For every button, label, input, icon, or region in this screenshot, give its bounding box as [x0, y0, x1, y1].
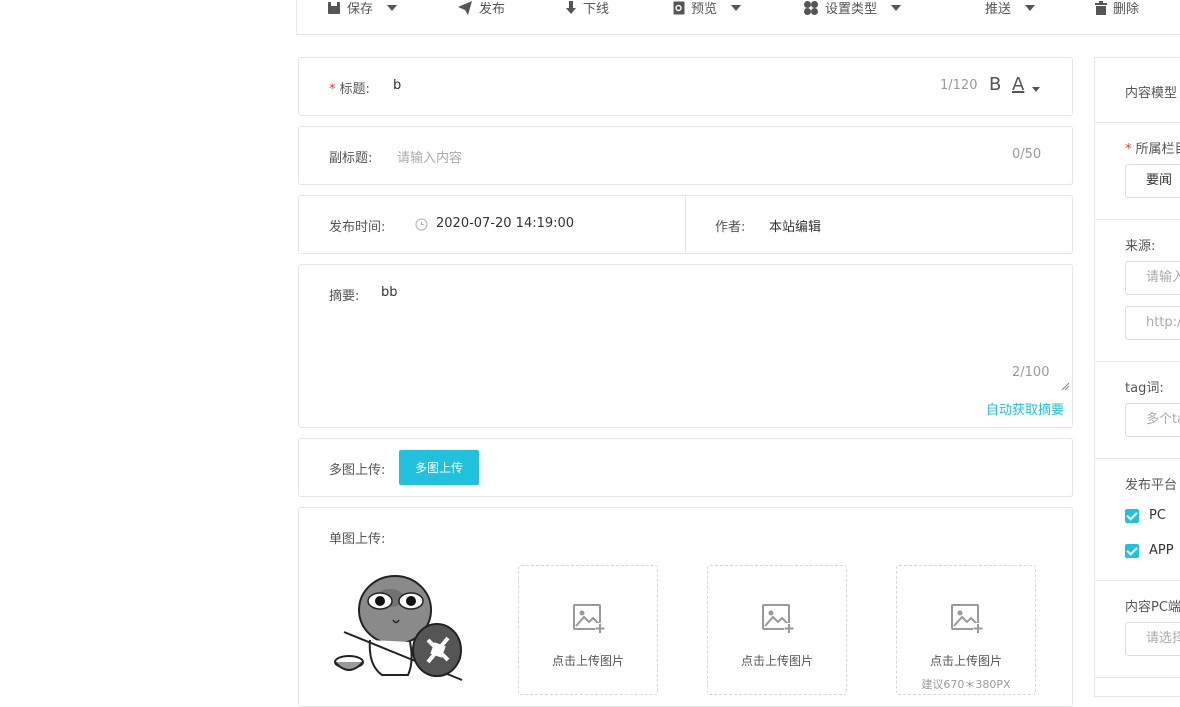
title-input[interactable]: b [393, 78, 401, 93]
divider [1095, 122, 1180, 123]
summary-card: 摘要: bb 2/100 自动获取摘要 [298, 264, 1073, 428]
divider [1095, 361, 1180, 362]
trash-icon [1095, 0, 1107, 15]
multi-upload-button[interactable]: 多图上传 [399, 450, 479, 485]
resize-handle-icon[interactable] [1061, 382, 1070, 391]
tag-label: tag词: [1125, 381, 1164, 396]
image-add-icon [951, 604, 983, 633]
author-input[interactable]: 本站编辑 [769, 216, 821, 235]
upload-image-slot-3[interactable]: 点击上传图片 建议670＊380PX [896, 565, 1036, 695]
upload-image-slot-2[interactable]: 点击上传图片 [707, 565, 847, 695]
upload-prompt: 点击上传图片 [929, 654, 1002, 668]
divider [1095, 677, 1180, 678]
chevron-down-icon [1025, 4, 1036, 11]
fan-icon [804, 0, 818, 15]
set-type-label: 设置类型 [825, 2, 878, 17]
offline-button[interactable]: 下线 [565, 0, 609, 17]
meta-card: 发布时间: 2020-07-20 14:19:00 作者: 本站编辑 [298, 195, 1073, 254]
upload-image-slot-1[interactable]: 点击上传图片 [518, 565, 658, 695]
subtitle-card: 副标题: 请输入内容 0/50 [298, 126, 1073, 185]
save-icon [328, 1, 340, 14]
source-input[interactable]: 请输入 [1125, 261, 1180, 295]
clock-icon [415, 218, 428, 231]
save-label: 保存 [347, 2, 374, 17]
font-color-button[interactable]: A [1012, 74, 1024, 95]
upload-prompt: 点击上传图片 [551, 654, 624, 668]
divider [1095, 458, 1180, 459]
preview-label: 预览 [691, 2, 718, 17]
offline-label: 下线 [583, 2, 610, 17]
divider [1095, 580, 1180, 581]
publish-time-label: 发布时间: [329, 220, 386, 235]
preview-button[interactable]: 预览 [673, 0, 742, 17]
push-label: 推送 [985, 2, 1012, 17]
upload-prompt: 点击上传图片 [740, 654, 813, 668]
image-add-icon [762, 604, 794, 633]
upload-size-hint: 建议670＊380PX [921, 678, 1011, 691]
chevron-down-icon [731, 4, 742, 11]
divider [1095, 219, 1180, 220]
uploaded-image-thumbnail[interactable] [330, 570, 465, 683]
save-button[interactable]: 保存 [327, 0, 398, 17]
author-label: 作者: [715, 220, 746, 235]
chevron-down-icon [891, 4, 902, 11]
subtitle-input[interactable]: 请输入内容 [397, 147, 462, 166]
title-card: * 标题: b 1/120 B A [298, 57, 1073, 116]
toolbar: 保存 发布 下线 预览 设置类型 推送 删除 [296, 0, 1180, 35]
pc-checkbox[interactable] [1125, 509, 1139, 523]
pc-checkbox-label: PC [1149, 508, 1166, 523]
publish-label: 发布 [479, 2, 506, 17]
auto-summary-link[interactable]: 自动获取摘要 [986, 399, 1064, 418]
content-model-label: 内容模型 [1125, 86, 1178, 101]
app-checkbox[interactable] [1125, 544, 1139, 558]
multi-upload-label: 多图上传: [329, 463, 386, 478]
send-icon [458, 0, 472, 15]
arrow-down-icon [566, 0, 576, 14]
column-select[interactable]: 要闻 [1125, 164, 1180, 198]
chevron-down-icon[interactable] [1032, 87, 1040, 92]
platform-label: 发布平台 [1125, 478, 1178, 493]
multi-upload-card: 多图上传: 多图上传 [298, 438, 1073, 497]
delete-label: 删除 [1113, 2, 1140, 17]
set-type-button[interactable]: 设置类型 [803, 0, 902, 17]
source-url-input[interactable]: http:// [1125, 306, 1180, 340]
tag-input[interactable]: 多个tag [1125, 403, 1180, 437]
preview-icon [673, 1, 685, 14]
app-checkbox-label: APP [1149, 543, 1174, 558]
summary-textarea[interactable]: bb [381, 285, 398, 300]
publish-time-input[interactable]: 2020-07-20 14:19:00 [436, 216, 574, 231]
image-add-icon [573, 604, 605, 633]
delete-button[interactable]: 删除 [1095, 0, 1139, 17]
subtitle-counter: 0/50 [1012, 147, 1042, 162]
source-label: 来源: [1125, 239, 1156, 254]
summary-label: 摘要: [329, 289, 360, 304]
divider [685, 196, 686, 253]
subtitle-label: 副标题: [329, 151, 373, 166]
settings-side-panel: 内容模型 *所属栏目 要闻 来源: 请输入 http:// tag词: 多个ta… [1094, 57, 1180, 697]
pc-content-select[interactable]: 请选择 [1125, 622, 1180, 656]
chevron-down-icon [387, 4, 398, 11]
column-label: *所属栏目 [1125, 142, 1180, 157]
summary-counter: 2/100 [1012, 365, 1050, 380]
publish-button[interactable]: 发布 [457, 0, 505, 17]
push-button[interactable]: 推送 [985, 0, 1036, 17]
title-counter: 1/120 [940, 78, 978, 93]
bold-button[interactable]: B [989, 74, 1001, 95]
title-label: * 标题: [329, 82, 370, 97]
pc-content-label: 内容PC端 [1125, 600, 1180, 615]
single-upload-label: 单图上传: [329, 532, 386, 547]
